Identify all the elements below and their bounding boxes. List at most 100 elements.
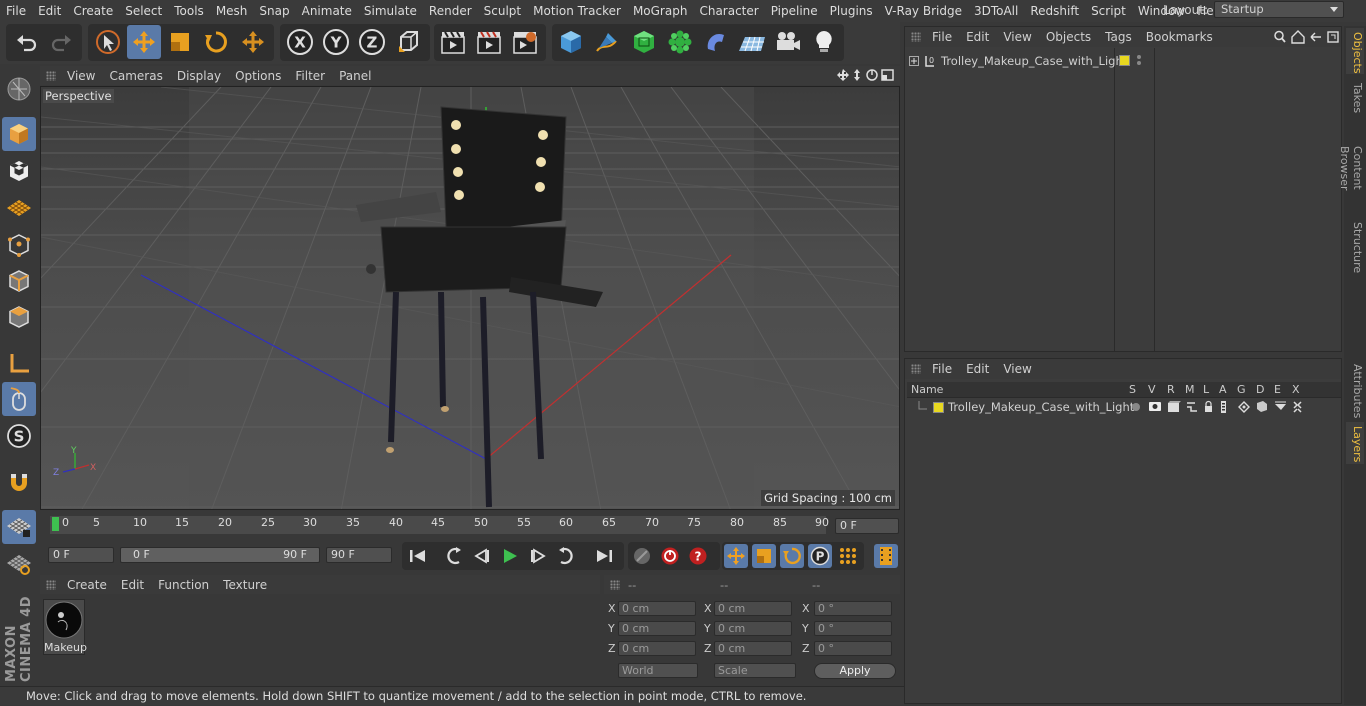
objects-menu-edit[interactable]: Edit <box>959 30 996 44</box>
current-frame-field[interactable]: 0 F <box>835 518 899 534</box>
objects-menu-objects[interactable]: Objects <box>1039 30 1098 44</box>
menu-script[interactable]: Script <box>1085 4 1132 18</box>
tab-structure[interactable]: Structure <box>1346 218 1364 274</box>
layer-col-solo[interactable]: S <box>1129 383 1136 396</box>
snap-button[interactable] <box>2 466 36 500</box>
tab-takes[interactable]: Takes <box>1346 78 1364 118</box>
menu-mograph[interactable]: MoGraph <box>627 4 694 18</box>
menu-character[interactable]: Character <box>693 4 764 18</box>
make-editable-button[interactable] <box>2 72 36 106</box>
layer-name[interactable]: Trolley_Makeup_Case_with_Light <box>948 400 1134 414</box>
prev-key-button[interactable] <box>442 544 466 568</box>
menu-animate[interactable]: Animate <box>296 4 358 18</box>
tab-attributes[interactable]: Attributes <box>1346 360 1364 420</box>
render-settings-button[interactable] <box>508 25 542 59</box>
keyframe-selection-button[interactable] <box>630 544 654 568</box>
scale-mode-select[interactable]: Scale <box>714 663 796 678</box>
scale-tool-button[interactable] <box>163 25 197 59</box>
menu-snap[interactable]: Snap <box>253 4 295 18</box>
layout-select[interactable]: Startup <box>1214 1 1344 18</box>
viewport-menu-display[interactable]: Display <box>170 69 228 83</box>
layer-color-swatch[interactable] <box>933 401 944 413</box>
subdivision-button[interactable] <box>627 25 661 59</box>
polygon-mode-button[interactable] <box>2 300 36 334</box>
size-z-field[interactable]: 0 cm <box>714 641 792 656</box>
workplane-mode-button[interactable] <box>2 191 36 225</box>
frame-range-slider[interactable]: 0 F 90 F <box>120 547 320 563</box>
timeline-window-button[interactable] <box>874 544 898 568</box>
viewport-nav-icons[interactable] <box>836 68 900 83</box>
next-key-button[interactable] <box>554 544 578 568</box>
layer-col-animation[interactable]: A <box>1219 383 1227 396</box>
z-axis-button[interactable]: Z <box>355 25 389 59</box>
rotation-y-field[interactable]: 0 ° <box>814 621 892 636</box>
layer-col-view[interactable]: V <box>1148 383 1156 396</box>
menu-motion-tracker[interactable]: Motion Tracker <box>527 4 627 18</box>
layers-menu-view[interactable]: View <box>996 362 1038 376</box>
layer-color-swatch[interactable] <box>1119 55 1130 66</box>
point-mode-button[interactable] <box>2 228 36 262</box>
menu-render[interactable]: Render <box>423 4 478 18</box>
layer-col-deformers[interactable]: D <box>1256 383 1264 396</box>
position-z-field[interactable]: 0 cm <box>618 641 696 656</box>
live-selection-button[interactable] <box>91 25 125 59</box>
start-frame-field[interactable]: 0 F <box>48 547 114 563</box>
playhead[interactable] <box>52 517 59 531</box>
layers-menu-edit[interactable]: Edit <box>959 362 996 376</box>
prev-frame-button[interactable] <box>470 544 494 568</box>
objects-menu-view[interactable]: View <box>996 30 1038 44</box>
timeline[interactable]: 0 5 10 15 20 25 30 35 40 45 50 55 60 65 … <box>40 512 900 536</box>
layer-col-name[interactable]: Name <box>911 383 943 396</box>
viewport-menu-cameras[interactable]: Cameras <box>102 69 169 83</box>
go-to-end-button[interactable] <box>592 544 616 568</box>
viewport-menu-options[interactable]: Options <box>228 69 288 83</box>
3d-viewport[interactable]: Y X Z Perspective Grid Spacing : 100 cm <box>40 86 900 510</box>
tweak-mode-button[interactable] <box>2 382 36 416</box>
menu-3dtoall[interactable]: 3DToAll <box>968 4 1024 18</box>
key-pla-button[interactable] <box>836 544 860 568</box>
layer-col-expressions[interactable]: E <box>1274 383 1281 396</box>
camera-button[interactable] <box>771 25 805 59</box>
objects-menu-bookmarks[interactable]: Bookmarks <box>1139 30 1220 44</box>
layer-col-locked[interactable]: L <box>1203 383 1209 396</box>
move-tool-button[interactable] <box>127 25 161 59</box>
menu-simulate[interactable]: Simulate <box>358 4 423 18</box>
menu-file[interactable]: File <box>0 4 32 18</box>
expand-plus-icon[interactable] <box>909 56 919 66</box>
viewport-menu-view[interactable]: View <box>60 69 102 83</box>
render-picture-viewer-button[interactable] <box>472 25 506 59</box>
menu-redshift[interactable]: Redshift <box>1024 4 1085 18</box>
rotation-x-field[interactable]: 0 ° <box>814 601 892 616</box>
tab-objects[interactable]: Objects <box>1346 28 1364 74</box>
visibility-dots-icon[interactable] <box>1135 53 1143 67</box>
edge-mode-button[interactable] <box>2 264 36 298</box>
menu-create[interactable]: Create <box>67 4 119 18</box>
next-frame-button[interactable] <box>526 544 550 568</box>
key-rotation-button[interactable] <box>780 544 804 568</box>
transform-tool-button[interactable] <box>236 25 270 59</box>
size-y-field[interactable]: 0 cm <box>714 621 792 636</box>
layer-row[interactable]: Trolley_Makeup_Case_with_Light <box>907 399 1341 415</box>
x-axis-button[interactable]: X <box>283 25 317 59</box>
model-mode-button[interactable] <box>2 117 36 151</box>
redo-button[interactable] <box>45 25 79 59</box>
cube-button[interactable] <box>554 25 588 59</box>
light-button[interactable] <box>807 25 841 59</box>
key-position-button[interactable] <box>724 544 748 568</box>
deformer-button[interactable] <box>699 25 733 59</box>
record-button[interactable] <box>658 544 682 568</box>
viewport-menu-panel[interactable]: Panel <box>332 69 378 83</box>
coordinate-system-button[interactable] <box>392 25 426 59</box>
workplane-snap-button[interactable] <box>2 547 36 581</box>
layer-col-render[interactable]: R <box>1167 383 1175 396</box>
menu-pipeline[interactable]: Pipeline <box>765 4 824 18</box>
menu-sculpt[interactable]: Sculpt <box>478 4 527 18</box>
play-button[interactable] <box>498 544 522 568</box>
y-axis-button[interactable]: Y <box>319 25 353 59</box>
floor-button[interactable] <box>735 25 769 59</box>
layer-flag-icons[interactable] <box>1131 400 1307 414</box>
size-x-field[interactable]: 0 cm <box>714 601 792 616</box>
menu-plugins[interactable]: Plugins <box>824 4 879 18</box>
material-swatch-makeup[interactable]: Makeup <box>43 599 87 655</box>
texture-mode-button[interactable] <box>2 154 36 188</box>
